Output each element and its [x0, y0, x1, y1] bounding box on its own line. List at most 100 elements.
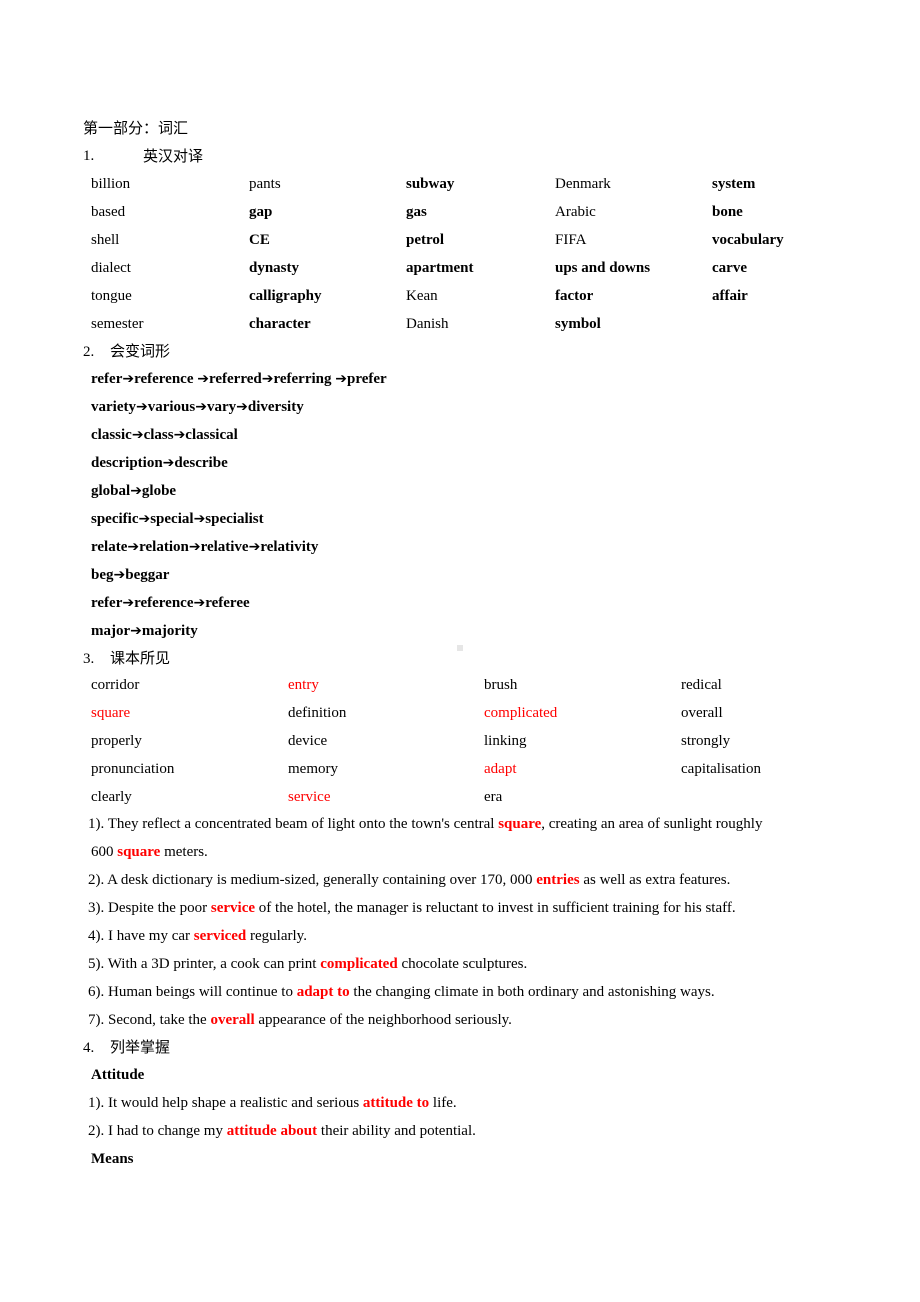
- word-form: relativity: [260, 539, 319, 555]
- section2-heading: 2. 会变词形: [83, 341, 170, 362]
- vocab-cell: calligraphy: [249, 288, 322, 304]
- vocab-cell: gap: [249, 204, 273, 220]
- word-form-chain: variety➔various➔vary➔diversity: [91, 397, 304, 417]
- sentence-text: regularly.: [246, 928, 307, 944]
- vocab-cell: semester: [91, 316, 144, 332]
- sentence-text: 6). Human beings will continue to: [88, 984, 297, 1000]
- highlighted-term: overall: [210, 1012, 255, 1028]
- word-form: reference: [134, 371, 198, 387]
- word-form-chain: refer➔reference ➔referred➔referring ➔pre…: [91, 369, 387, 389]
- vocab-cell: FIFA: [555, 232, 587, 248]
- page-marker: [457, 645, 463, 651]
- sentence-text: 5). With a 3D printer, a cook can print: [88, 956, 321, 972]
- arrow-right-icon: ➔: [193, 511, 206, 527]
- word-form: major: [91, 623, 131, 639]
- word-form: reference: [134, 595, 194, 611]
- word-form: special: [150, 511, 194, 527]
- arrow-right-icon: ➔: [188, 539, 201, 555]
- arrow-right-icon: ➔: [236, 399, 248, 415]
- word-form-chain: description➔describe: [91, 453, 228, 473]
- vocab-cell: billion: [91, 176, 131, 192]
- sentence-text: their ability and potential.: [317, 1123, 476, 1139]
- vocab-cell: vocabulary: [712, 232, 784, 248]
- arrow-right-icon: ➔: [173, 427, 186, 443]
- textbook-word-cell: complicated: [484, 705, 558, 721]
- sentence-text: 3). Despite the poor: [88, 900, 211, 916]
- part-title: 第一部分：词汇: [83, 119, 189, 137]
- word-form: specific: [91, 511, 139, 527]
- textbook-word-cell: era: [484, 789, 503, 805]
- arrow-right-icon: ➔: [261, 371, 274, 387]
- example-sentence: 4). I have my car serviced regularly.: [88, 926, 307, 946]
- textbook-word-cell: device: [288, 733, 328, 749]
- arrow-right-icon: ➔: [130, 483, 142, 499]
- example-sentence: 3). Despite the poor service of the hote…: [88, 898, 736, 918]
- vocab-cell: CE: [249, 232, 270, 248]
- word-form: various: [147, 399, 196, 415]
- word-form: beggar: [125, 567, 170, 583]
- vocab-cell: gas: [406, 204, 427, 220]
- vocab-cell: Danish: [406, 316, 449, 332]
- word-form: classic: [91, 427, 132, 443]
- example-sentence: 1). It would help shape a realistic and …: [88, 1093, 457, 1113]
- word-form: globe: [141, 483, 177, 499]
- vocab-cell: Kean: [406, 288, 438, 304]
- word-form: global: [91, 483, 131, 499]
- example-sentence: 7). Second, take the overall appearance …: [88, 1010, 512, 1030]
- sentence-text: as well as extra features.: [579, 872, 731, 888]
- highlighted-term: attitude about: [226, 1123, 318, 1139]
- word-form: majority: [141, 623, 198, 639]
- vocab-cell: affair: [712, 288, 748, 304]
- textbook-word-cell: brush: [484, 677, 518, 693]
- vocab-cell: shell: [91, 232, 120, 248]
- vocab-cell: dynasty: [249, 260, 300, 276]
- arrow-right-icon: ➔: [135, 399, 148, 415]
- section3-title: 课本所见: [110, 649, 171, 667]
- section1-title: 英汉对译: [143, 147, 204, 165]
- word-form: specialist: [205, 511, 264, 527]
- textbook-word-cell: square: [91, 705, 131, 721]
- section4-number: 4.: [83, 1040, 95, 1056]
- arrow-right-icon: ➔: [195, 399, 207, 415]
- example-sentence: 6). Human beings will continue to adapt …: [88, 982, 715, 1002]
- word-form-chain: global➔globe: [91, 481, 176, 501]
- textbook-word-cell: definition: [288, 705, 347, 721]
- textbook-word-cell: adapt: [484, 761, 517, 777]
- word-form: relate: [91, 539, 128, 555]
- textbook-word-cell: strongly: [681, 733, 731, 749]
- vocab-cell: apartment: [406, 260, 474, 276]
- word-form: beg: [91, 567, 114, 583]
- word-form: describe: [174, 455, 228, 471]
- section4-title: 列举掌握: [110, 1038, 171, 1056]
- textbook-word-cell: linking: [484, 733, 527, 749]
- arrow-right-icon: ➔: [248, 539, 261, 555]
- word-form: refer: [91, 371, 123, 387]
- sentence-text: 2). A desk dictionary is medium-sized, g…: [88, 872, 537, 888]
- vocab-cell: carve: [712, 260, 747, 276]
- arrow-right-icon: ➔: [113, 567, 126, 583]
- sentence-text: 600: [91, 844, 118, 860]
- word-form: relative: [200, 539, 249, 555]
- highlighted-term: entries: [536, 872, 580, 888]
- arrow-right-icon: ➔: [138, 511, 151, 527]
- section4-heading: 4. 列举掌握: [83, 1037, 170, 1058]
- word-form: prefer: [346, 371, 387, 387]
- arrow-right-icon: ➔: [122, 371, 135, 387]
- vocab-cell: character: [249, 316, 311, 332]
- word-form: relation: [139, 539, 189, 555]
- textbook-word-cell: entry: [288, 677, 319, 693]
- word-form-chain: classic➔class➔classical: [91, 425, 238, 445]
- sentence-text: , creating an area of sunlight roughly: [541, 816, 763, 832]
- sentence-text: chocolate sculptures.: [397, 956, 528, 972]
- example-sentence: 600 square meters.: [91, 842, 208, 862]
- textbook-word-cell: clearly: [91, 789, 132, 805]
- arrow-right-icon: ➔: [127, 539, 140, 555]
- word-form: referring: [273, 371, 336, 387]
- sentence-text: of the hotel, the manager is reluctant t…: [255, 900, 736, 916]
- textbook-word-cell: redical: [681, 677, 722, 693]
- sentence-text: the changing climate in both ordinary an…: [349, 984, 715, 1000]
- word-form: classical: [185, 427, 238, 443]
- word-form-chain: beg➔beggar: [91, 565, 169, 585]
- vocab-cell: pants: [249, 176, 281, 192]
- textbook-word-cell: properly: [91, 733, 142, 749]
